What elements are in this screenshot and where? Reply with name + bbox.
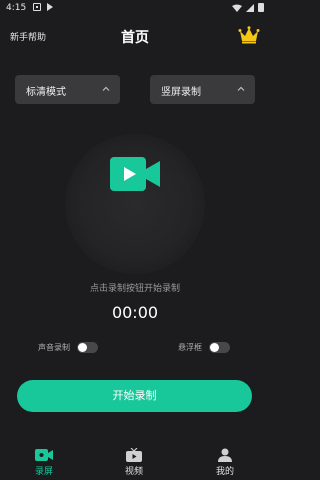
record-timer: 00:00 [111,303,159,322]
tab-record-label: 录屏 [34,467,53,477]
floating-toggle-label: 悬浮框 [178,342,202,352]
user-icon [218,448,232,462]
tab-video-label: 视频 [124,467,143,477]
wifi-icon [232,4,242,12]
audio-toggle-label: 声音录制 [38,342,70,352]
audio-toggle-row: 声音录制 [38,340,98,354]
status-bar: 4:15 [0,0,270,16]
toggle-knob [210,342,219,352]
audio-toggle[interactable] [77,341,98,353]
tv-icon [126,448,142,462]
quality-select-label: 标清模式 [26,87,66,98]
floating-toggle-row: 悬浮框 [178,340,230,354]
tab-mine-label: 我的 [215,467,234,477]
record-hint: 点击录制按钮开始录制 [89,284,180,294]
tab-video[interactable]: 视频 [114,448,154,480]
tab-record[interactable]: 录屏 [24,448,64,480]
page-title: 首页 [121,30,149,46]
orientation-select[interactable]: 竖屏录制 [150,75,255,104]
quality-select[interactable]: 标清模式 [15,75,120,104]
tab-mine[interactable]: 我的 [205,448,245,480]
video-camera-icon[interactable] [110,157,160,191]
record-button-halo[interactable] [65,134,205,274]
status-indicators [232,3,264,12]
floating-toggle[interactable] [209,341,230,353]
status-time: 4:15 [6,3,27,13]
play-store-icon [47,3,53,11]
signal-icon [246,3,254,12]
orientation-select-label: 竖屏录制 [161,87,201,98]
toggle-knob [78,342,87,352]
app-header: 新手帮助 首页 [0,16,270,56]
chevron-up-icon [102,86,110,91]
crown-icon[interactable] [238,26,260,44]
screen-record-icon [35,449,53,461]
bottom-tab-bar: 录屏 视频 我的 [0,444,270,480]
notification-icon [33,3,41,11]
start-record-button[interactable]: 开始录制 [17,380,252,412]
battery-icon [258,3,264,12]
chevron-up-icon [237,86,245,91]
